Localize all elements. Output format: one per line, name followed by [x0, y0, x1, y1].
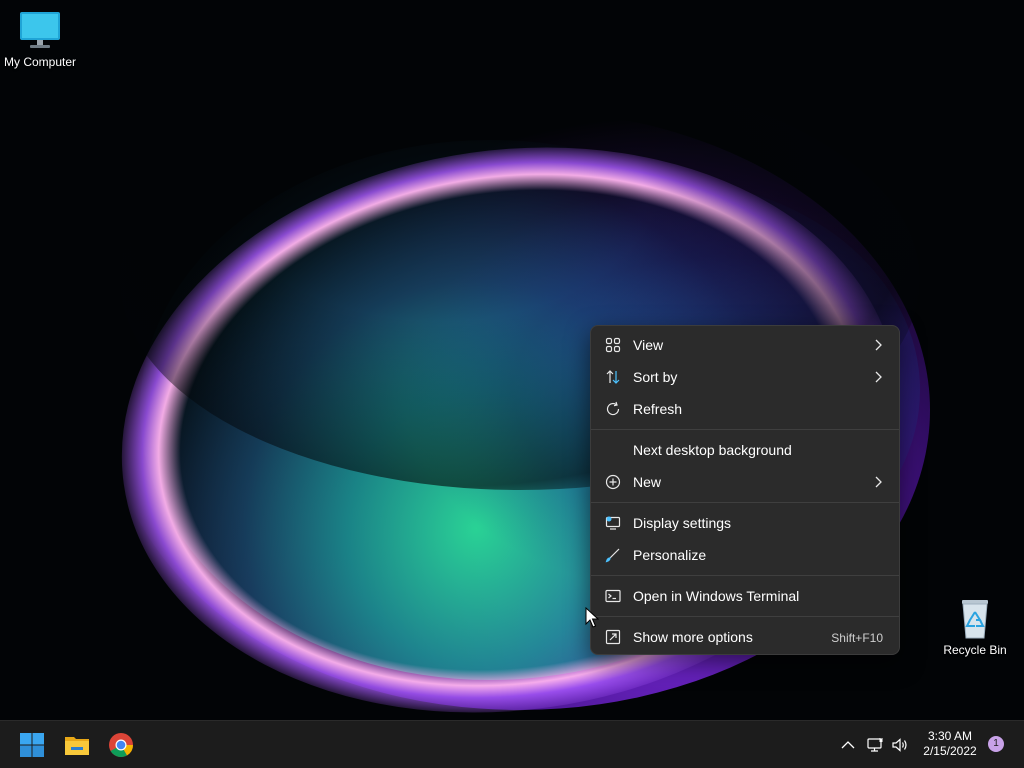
clock-button[interactable]: 3:30 AM 2/15/2022	[916, 729, 984, 759]
menu-item-label: New	[633, 474, 662, 490]
terminal-icon	[605, 588, 621, 604]
menu-item-label: Open in Windows Terminal	[633, 588, 800, 604]
menu-item-label: Display settings	[633, 515, 732, 531]
network-status-button[interactable]	[866, 736, 884, 754]
menu-item-label: View	[633, 337, 664, 353]
folder-icon	[61, 737, 93, 765]
display-settings-icon	[605, 515, 621, 531]
show-hidden-icons-button[interactable]	[839, 736, 857, 754]
menu-separator	[591, 429, 899, 430]
chrome-icon	[105, 733, 137, 765]
taskbar: 3:30 AM 2/15/2022	[0, 720, 1024, 768]
menu-separator	[591, 575, 899, 576]
menu-item-personalize[interactable]: Personalize	[595, 539, 895, 571]
desktop-icon-label: My Computer	[3, 55, 77, 69]
desktop-wallpaper[interactable]: My Computer Recycle Bin View Sort by Ref…	[0, 0, 1024, 720]
network-icon	[866, 738, 884, 758]
grid-icon	[605, 337, 621, 353]
menu-item-display-settings[interactable]: Display settings	[595, 507, 895, 539]
monitor-icon	[18, 8, 62, 52]
notification-badge[interactable]: 1	[988, 736, 1004, 752]
more-options-icon	[605, 629, 621, 645]
mouse-cursor-icon	[585, 606, 600, 629]
menu-item-label: Personalize	[633, 547, 707, 563]
brush-icon	[605, 547, 621, 563]
sort-arrows-icon	[605, 369, 621, 385]
menu-item-new[interactable]: New	[595, 466, 895, 498]
menu-item-next-desktop-background[interactable]: Next desktop background	[595, 434, 895, 466]
menu-item-label: Next desktop background	[633, 442, 792, 458]
menu-item-sort-by[interactable]: Sort by	[595, 361, 895, 393]
clock-time: 3:30 AM	[927, 729, 973, 743]
desktop-icon-label: Recycle Bin	[943, 643, 1007, 657]
menu-item-view[interactable]: View	[595, 329, 895, 361]
volume-button[interactable]	[891, 736, 909, 754]
desktop-icon-my-computer[interactable]: My Computer	[0, 8, 80, 69]
desktop-icon-recycle-bin[interactable]: Recycle Bin	[935, 596, 1015, 657]
speaker-icon	[891, 738, 909, 758]
start-button[interactable]	[16, 729, 48, 761]
menu-item-label: Sort by	[633, 369, 678, 385]
windows-start-icon	[16, 733, 48, 765]
desktop-context-menu: View Sort by Refresh Next desktop backgr…	[590, 325, 900, 655]
clock-date: 2/15/2022	[923, 744, 977, 758]
recycle-bin-icon	[953, 596, 997, 640]
chevron-right-icon	[873, 370, 883, 384]
menu-item-refresh[interactable]: Refresh	[595, 393, 895, 425]
plus-circle-icon	[605, 474, 621, 490]
chevron-up-icon	[839, 741, 857, 758]
menu-item-label: Refresh	[633, 401, 683, 417]
refresh-icon	[605, 401, 621, 417]
menu-item-label: Show more options	[633, 629, 753, 645]
menu-item-show-more-options[interactable]: Show more options Shift+F10	[595, 621, 895, 653]
taskbar-chrome-button[interactable]	[105, 729, 137, 761]
menu-separator	[591, 502, 899, 503]
chevron-right-icon	[873, 475, 883, 489]
menu-item-shortcut: Shift+F10	[831, 631, 883, 645]
menu-separator	[591, 616, 899, 617]
chevron-right-icon	[873, 338, 883, 352]
taskbar-file-explorer-button[interactable]	[61, 729, 93, 761]
menu-item-open-in-windows-terminal[interactable]: Open in Windows Terminal	[595, 580, 895, 612]
